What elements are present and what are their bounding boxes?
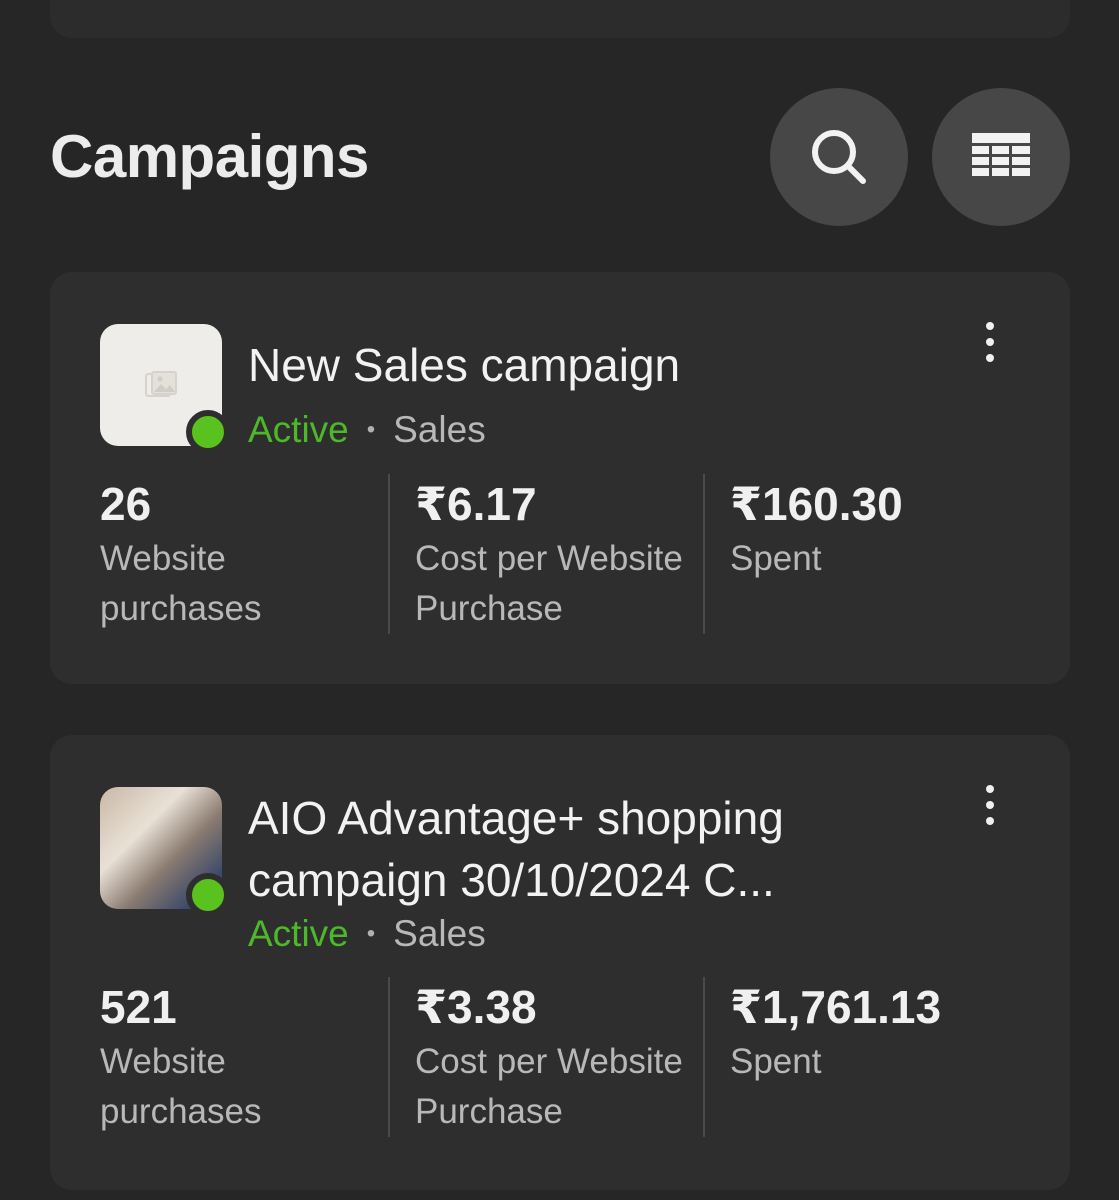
campaign-metrics: 26 Website purchases ₹6.17 Cost per Webs…	[100, 472, 1020, 634]
campaign-status: Active	[248, 913, 349, 954]
metric-label: Website purchases	[100, 539, 262, 628]
metric-label: Cost per Website Purchase	[415, 1042, 683, 1131]
metric-label: Spent	[730, 539, 822, 578]
metric-spent: ₹160.30 Spent	[730, 472, 1020, 634]
campaign-card[interactable]: AIO Advantage+ shopping campaign 30/10/2…	[50, 735, 1070, 1190]
metric-value: ₹3.38	[415, 981, 537, 1033]
metric-value: ₹6.17	[415, 478, 537, 530]
image-placeholder-icon	[145, 371, 177, 397]
active-status-dot	[186, 410, 230, 454]
campaign-metrics: 521 Website purchases ₹3.38 Cost per Web…	[100, 975, 1020, 1137]
metric-value: 521	[100, 981, 177, 1033]
meta-separator: •	[366, 920, 376, 947]
previous-card	[50, 0, 1070, 38]
table-view-icon	[972, 133, 1030, 176]
metric-cost-per-result: ₹3.38 Cost per Website Purchase	[415, 975, 715, 1137]
campaign-card[interactable]: New Sales campaign Active • Sales 26 Web…	[50, 272, 1070, 684]
metric-value: ₹1,761.13	[730, 981, 942, 1033]
campaign-meta: Active • Sales	[248, 913, 486, 955]
campaign-meta: Active • Sales	[248, 409, 486, 451]
metric-value: ₹160.30	[730, 478, 903, 530]
page-title: Campaigns	[50, 123, 369, 190]
more-options-button[interactable]	[970, 775, 1010, 835]
metric-divider	[388, 474, 390, 634]
metric-results: 521 Website purchases	[100, 975, 388, 1137]
metric-results: 26 Website purchases	[100, 472, 388, 634]
metric-divider	[388, 977, 390, 1137]
metric-spent: ₹1,761.13 Spent	[730, 975, 1020, 1137]
metric-value: 26	[100, 478, 152, 530]
kebab-dot	[986, 322, 994, 330]
campaign-thumbnail	[100, 787, 230, 917]
meta-separator: •	[366, 416, 376, 443]
campaigns-screen: Campaigns New Sales campaign Active • Sa…	[0, 0, 1119, 1200]
metric-label: Cost per Website Purchase	[415, 539, 683, 628]
search-button[interactable]	[770, 88, 908, 226]
campaign-objective: Sales	[393, 409, 486, 450]
campaign-name[interactable]: AIO Advantage+ shopping campaign 30/10/2…	[248, 787, 948, 911]
metric-label: Spent	[730, 1042, 822, 1081]
metric-divider	[703, 474, 705, 634]
kebab-dot	[986, 785, 994, 793]
search-icon	[812, 130, 866, 184]
kebab-dot	[986, 338, 994, 346]
metric-cost-per-result: ₹6.17 Cost per Website Purchase	[415, 472, 715, 634]
campaigns-header: Campaigns	[50, 88, 1070, 226]
more-options-button[interactable]	[970, 312, 1010, 372]
active-status-dot	[186, 873, 230, 917]
campaign-name[interactable]: New Sales campaign	[248, 334, 948, 396]
metric-label: Website purchases	[100, 1042, 262, 1131]
kebab-dot	[986, 354, 994, 362]
kebab-dot	[986, 801, 994, 809]
metric-divider	[703, 977, 705, 1137]
table-view-button[interactable]	[932, 88, 1070, 226]
kebab-dot	[986, 817, 994, 825]
campaign-status: Active	[248, 409, 349, 450]
campaign-objective: Sales	[393, 913, 486, 954]
campaign-thumbnail	[100, 324, 230, 454]
